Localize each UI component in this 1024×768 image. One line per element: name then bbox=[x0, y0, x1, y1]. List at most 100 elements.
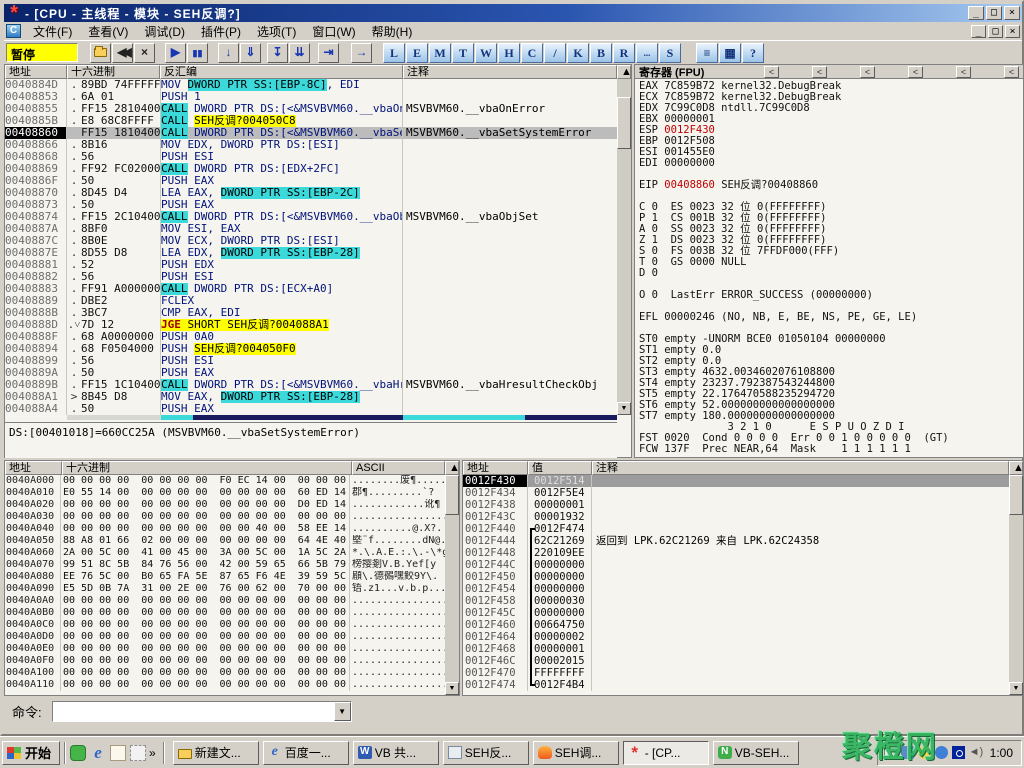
step-over-button[interactable]: ⇓ bbox=[240, 43, 261, 63]
minimize-button[interactable]: _ bbox=[968, 6, 984, 20]
stack-row[interactable]: 0012F46000664750 bbox=[463, 619, 1023, 631]
language-icon[interactable] bbox=[901, 746, 914, 759]
stack-col-address[interactable]: 地址 bbox=[463, 461, 528, 475]
menu-item[interactable]: 文件(F) bbox=[25, 21, 80, 42]
disasm-row[interactable]: 0040889B.FF15 1C104000CALL DWORD PTR DS:… bbox=[5, 379, 617, 391]
disasm-col-comment[interactable]: 注释 bbox=[403, 65, 617, 79]
dump-scroll-top[interactable]: ▲ bbox=[445, 461, 459, 475]
disasm-scroll-top[interactable]: ▲ bbox=[617, 65, 631, 79]
stack-col-comment[interactable]: 注释 bbox=[592, 461, 1009, 475]
toolbar-letter-E-button[interactable]: E bbox=[406, 43, 428, 63]
disasm-scroll-thumb[interactable] bbox=[617, 97, 631, 149]
disasm-row[interactable]: 004088A1>8B45 D8MOV EAX, DWORD PTR SS:[E… bbox=[5, 391, 617, 403]
taskbar-task-button[interactable]: 新建文... bbox=[173, 741, 259, 765]
network-icon[interactable] bbox=[935, 746, 948, 759]
disasm-row[interactable]: 00408866.8B16MOV EDX, DWORD PTR DS:[ESI] bbox=[5, 139, 617, 151]
dump-row[interactable]: 0040A0A000 00 00 00 00 00 00 00 00 00 00… bbox=[5, 595, 459, 607]
dump-row[interactable]: 0040A0D000 00 00 00 00 00 00 00 00 00 00… bbox=[5, 631, 459, 643]
start-button[interactable]: 开始 bbox=[2, 741, 60, 765]
disasm-row[interactable]: 0040888D.˅7D 12JGE SHORT SEH反调?004088A1 bbox=[5, 319, 617, 331]
toolbar-letter-H-button[interactable]: H bbox=[498, 43, 520, 63]
disasm-row[interactable]: 00408874.FF15 2C104000CALL DWORD PTR DS:… bbox=[5, 211, 617, 223]
stack-scroll-thumb[interactable] bbox=[1009, 475, 1023, 515]
menu-item[interactable]: 帮助(H) bbox=[364, 21, 421, 42]
picture-icon[interactable] bbox=[110, 745, 126, 761]
toolbar-letter-B-button[interactable]: B bbox=[590, 43, 612, 63]
stack-row[interactable]: 0012F45000000000 bbox=[463, 571, 1023, 583]
registers-unfold-button-0[interactable]: < bbox=[764, 66, 779, 78]
disasm-row[interactable]: 00408873.50PUSH EAX bbox=[5, 199, 617, 211]
taskbar-task-button[interactable]: e百度一... bbox=[263, 741, 349, 765]
dump-scrollbar[interactable]: ▼ bbox=[445, 475, 459, 695]
help-button[interactable]: ? bbox=[742, 43, 764, 63]
dump-row[interactable]: 0040A010E0 55 14 00 00 00 00 00 00 00 00… bbox=[5, 487, 459, 499]
stack-row[interactable]: 0012F4400012F474 bbox=[463, 523, 1023, 535]
taskbar-task-button[interactable]: WVB 共... bbox=[353, 741, 439, 765]
mdi-close-button[interactable]: × bbox=[1005, 25, 1020, 38]
disasm-row[interactable]: 00408883.FF91 A0000000CALL DWORD PTR DS:… bbox=[5, 283, 617, 295]
maximize-button[interactable]: □ bbox=[986, 6, 1002, 20]
stack-row[interactable]: 0012F448220109EE bbox=[463, 547, 1023, 559]
dump-col-address[interactable]: 地址 bbox=[5, 461, 62, 475]
dump-row[interactable]: 0040A0C000 00 00 00 00 00 00 00 00 00 00… bbox=[5, 619, 459, 631]
stack-col-value[interactable]: 值 bbox=[528, 461, 592, 475]
disasm-row[interactable]: 00408882.56PUSH ESI bbox=[5, 271, 617, 283]
menu-item[interactable]: 插件(P) bbox=[193, 21, 249, 42]
goto-button[interactable]: → bbox=[351, 43, 372, 63]
stack-scroll-top[interactable]: ▲ bbox=[1009, 461, 1023, 475]
signal-icon[interactable] bbox=[952, 746, 965, 759]
restart-button[interactable]: ◀◀ bbox=[112, 43, 133, 63]
disasm-row[interactable]: 0040888B.3BC7CMP EAX, EDI bbox=[5, 307, 617, 319]
mdi-minimize-button[interactable]: _ bbox=[971, 25, 986, 38]
disasm-row[interactable]: 0040887C.8B0EMOV ECX, DWORD PTR DS:[ESI] bbox=[5, 235, 617, 247]
stack-row[interactable]: 0012F43C00001932 bbox=[463, 511, 1023, 523]
disasm-row[interactable]: 0040884D.89BD 74FFFFFFMOV DWORD PTR SS:[… bbox=[5, 79, 617, 91]
toolbar-letter-W-button[interactable]: W bbox=[475, 43, 497, 63]
step-into-button[interactable]: ↓ bbox=[218, 43, 239, 63]
registers-unfold-button-3[interactable]: < bbox=[908, 66, 923, 78]
disasm-row[interactable]: 00408870.8D45 D4LEA EAX, DWORD PTR SS:[E… bbox=[5, 187, 617, 199]
registers-unfold-button-4[interactable]: < bbox=[956, 66, 971, 78]
dump-row[interactable]: 0040A00000 00 00 00 00 00 00 00 F0 EC 14… bbox=[5, 475, 459, 487]
dump-row[interactable]: 0040A04000 00 00 00 00 00 00 00 00 00 40… bbox=[5, 523, 459, 535]
stack-row[interactable]: 0012F4340012F5E4 bbox=[463, 487, 1023, 499]
stack-row[interactable]: 0012F45800000030 bbox=[463, 595, 1023, 607]
disasm-row[interactable]: 0040889A.50PUSH EAX bbox=[5, 367, 617, 379]
menu-item[interactable]: 查看(V) bbox=[80, 21, 136, 42]
stack-row[interactable]: 0012F46C00002015 bbox=[463, 655, 1023, 667]
dump-row[interactable]: 0040A10000 00 00 00 00 00 00 00 00 00 00… bbox=[5, 667, 459, 679]
disasm-row[interactable]: 0040885B.E8 68C8FFFFCALL SEH反调?004050C8 bbox=[5, 115, 617, 127]
volume-icon[interactable]: ◄) bbox=[969, 746, 982, 759]
mdi-restore-button[interactable]: □ bbox=[988, 25, 1003, 38]
dump-row[interactable]: 0040A05088 A8 01 66 02 00 00 00 00 00 00… bbox=[5, 535, 459, 547]
toolbar-letter-R-button[interactable]: R bbox=[613, 43, 635, 63]
dump-col-hex[interactable]: 十六进制 bbox=[62, 461, 352, 475]
stack-row[interactable]: 0012F46800000001 bbox=[463, 643, 1023, 655]
disasm-row[interactable]: 00408855.FF15 28104000CALL DWORD PTR DS:… bbox=[5, 103, 617, 115]
dump-col-ascii[interactable]: ASCII bbox=[352, 461, 445, 475]
disasm-row[interactable]: 00408899.56PUSH ESI bbox=[5, 355, 617, 367]
disasm-row[interactable]: 004088A4.50PUSH EAX bbox=[5, 403, 617, 415]
disasm-row[interactable]: 00408881.52PUSH EDX bbox=[5, 259, 617, 271]
stack-row[interactable]: 0012F4740012F4B4 bbox=[463, 679, 1023, 691]
stack-row[interactable]: 0012F4300012F514 bbox=[463, 475, 1023, 487]
taskbar-task-active[interactable]: *- [CP... bbox=[623, 741, 709, 765]
messenger-icon[interactable] bbox=[70, 745, 86, 761]
disasm-col-hex[interactable]: 十六进制 bbox=[67, 65, 160, 79]
dump-row[interactable]: 0040A03000 00 00 00 00 00 00 00 00 00 00… bbox=[5, 511, 459, 523]
disasm-col-disasm[interactable]: 反汇编 bbox=[160, 65, 403, 79]
taskbar-task-button[interactable]: NVB-SEH... bbox=[713, 741, 799, 765]
menu-item[interactable]: 调试(D) bbox=[136, 21, 193, 42]
dump-scroll-down[interactable]: ▼ bbox=[445, 682, 459, 695]
stack-row[interactable]: 0012F44C00000000 bbox=[463, 559, 1023, 571]
trace-into-button[interactable]: ↧ bbox=[267, 43, 288, 63]
close-window-button[interactable]: × bbox=[1004, 6, 1020, 20]
quick-launch-overflow[interactable]: » bbox=[146, 746, 159, 760]
disasm-row[interactable]: 00408860FF15 18104000CALL DWORD PTR DS:[… bbox=[5, 127, 617, 139]
toolbar-letter-C-button[interactable]: C bbox=[521, 43, 543, 63]
disasm-row[interactable]: 00408889.DBE2FCLEX bbox=[5, 295, 617, 307]
ie-q-icon[interactable]: e bbox=[90, 745, 106, 761]
dump-row[interactable]: 0040A090E5 5D 0B 7A 31 00 2E 00 76 00 62… bbox=[5, 583, 459, 595]
stack-row[interactable]: 0012F44462C21269返回到 LPK.62C21269 来自 LPK.… bbox=[463, 535, 1023, 547]
close-button[interactable]: × bbox=[134, 43, 155, 63]
